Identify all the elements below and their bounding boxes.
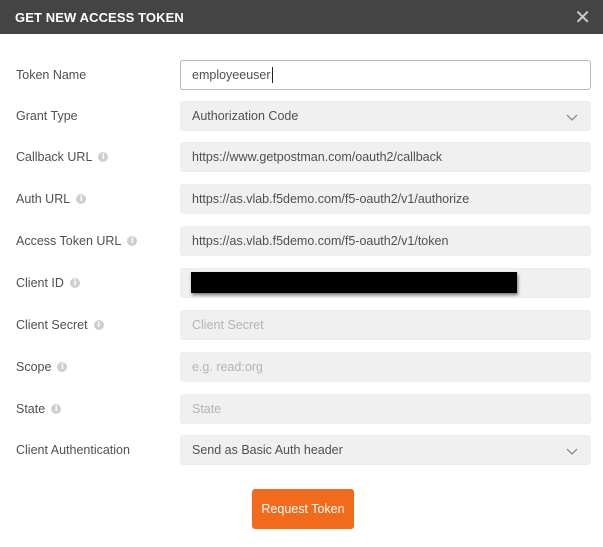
token-name-value: employeeuser xyxy=(192,68,271,82)
info-icon[interactable]: i xyxy=(57,362,68,372)
client-id-input[interactable] xyxy=(180,268,591,298)
client-authentication-row: Client Authentication Send as Basic Auth… xyxy=(0,435,603,465)
callback-url-value: https://www.getpostman.com/oauth2/callba… xyxy=(192,150,443,164)
grant-type-select[interactable]: Authorization Code xyxy=(180,101,591,131)
auth-url-label: Auth URL i xyxy=(16,184,87,214)
callback-url-label-text: Callback URL xyxy=(16,150,93,164)
info-icon[interactable]: i xyxy=(93,320,104,330)
grant-type-label-text: Grant Type xyxy=(16,109,78,123)
access-token-url-value: https://as.vlab.f5demo.com/f5-oauth2/v1/… xyxy=(192,234,449,248)
state-label-text: State xyxy=(16,402,46,416)
close-icon[interactable]: ✕ xyxy=(574,7,591,27)
scope-label-text: Scope xyxy=(16,360,52,374)
info-icon[interactable]: i xyxy=(98,152,109,162)
chevron-down-icon xyxy=(566,448,578,455)
callback-url-row: Callback URL i https://www.getpostman.com… xyxy=(0,142,603,172)
auth-url-value: https://as.vlab.f5demo.com/f5-oauth2/v1/… xyxy=(192,192,470,206)
dialog-header: GET NEW ACCESS TOKEN ✕ xyxy=(0,0,603,34)
client-id-row: Client ID i xyxy=(0,268,603,298)
client-authentication-value: Send as Basic Auth header xyxy=(192,443,343,457)
client-authentication-label: Client Authentication xyxy=(16,435,130,465)
client-authentication-label-text: Client Authentication xyxy=(16,443,130,457)
state-row: State i State xyxy=(0,394,603,424)
info-icon[interactable]: i xyxy=(69,278,80,288)
client-secret-label: Client Secret i xyxy=(16,310,104,340)
dialog-title: GET NEW ACCESS TOKEN xyxy=(15,9,184,25)
token-name-row: Token Name employeeuser xyxy=(0,60,603,90)
auth-url-row: Auth URL i https://as.vlab.f5demo.com/f5-… xyxy=(0,184,603,214)
text-caret xyxy=(271,67,273,83)
chevron-down-icon xyxy=(566,114,578,121)
client-id-label-text: Client ID xyxy=(16,276,64,290)
client-secret-placeholder: Client Secret xyxy=(192,318,264,332)
state-input[interactable]: State xyxy=(180,394,591,424)
auth-url-input[interactable]: https://as.vlab.f5demo.com/f5-oauth2/v1/… xyxy=(180,184,591,214)
grant-type-value: Authorization Code xyxy=(192,109,299,123)
scope-placeholder: e.g. read:org xyxy=(192,360,263,374)
access-token-url-input[interactable]: https://as.vlab.f5demo.com/f5-oauth2/v1/… xyxy=(180,226,591,256)
state-label: State i xyxy=(16,394,62,424)
client-secret-input[interactable]: Client Secret xyxy=(180,310,591,340)
state-placeholder: State xyxy=(192,402,222,416)
token-name-label: Token Name xyxy=(16,60,86,90)
auth-url-label-text: Auth URL xyxy=(16,192,71,206)
scope-input[interactable]: e.g. read:org xyxy=(180,352,591,382)
redaction-bar xyxy=(191,272,517,293)
scope-label: Scope i xyxy=(16,352,68,382)
access-token-url-label-text: Access Token URL xyxy=(16,234,122,248)
info-icon[interactable]: i xyxy=(76,194,87,204)
access-token-url-row: Access Token URL i https://as.vlab.f5demo… xyxy=(0,226,603,256)
info-icon[interactable]: i xyxy=(127,236,138,246)
request-token-button[interactable]: Request Token xyxy=(252,489,354,529)
client-authentication-select[interactable]: Send as Basic Auth header xyxy=(180,435,591,465)
grant-type-label: Grant Type xyxy=(16,101,78,131)
token-name-label-text: Token Name xyxy=(16,68,87,82)
access-token-url-label: Access Token URL i xyxy=(16,226,138,256)
token-name-input[interactable]: employeeuser xyxy=(180,60,591,90)
info-icon[interactable]: i xyxy=(51,404,62,414)
client-secret-row: Client Secret i Client Secret xyxy=(0,310,603,340)
grant-type-row: Grant Type Authorization Code xyxy=(0,101,603,131)
scope-row: Scope i e.g. read:org xyxy=(0,352,603,382)
client-secret-label-text: Client Secret xyxy=(16,318,88,332)
client-id-label: Client ID i xyxy=(16,268,80,298)
callback-url-input[interactable]: https://www.getpostman.com/oauth2/callba… xyxy=(180,142,591,172)
callback-url-label: Callback URL i xyxy=(16,142,109,172)
